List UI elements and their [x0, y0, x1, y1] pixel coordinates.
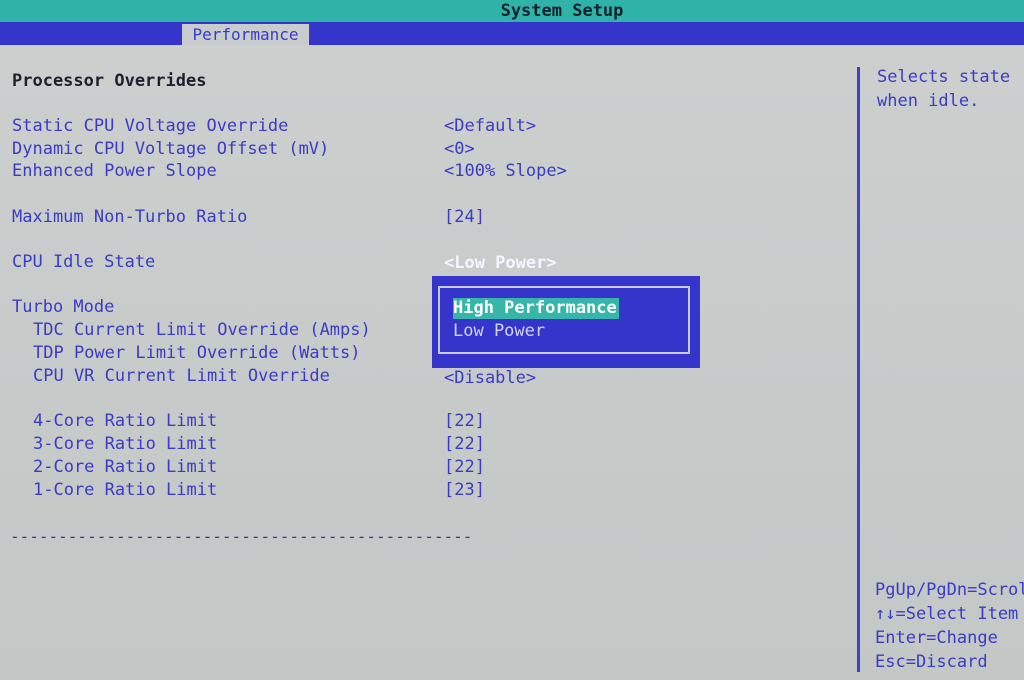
setting-label[interactable]: 1-Core Ratio Limit	[33, 479, 217, 501]
help-key-discard: Esc=Discard	[875, 652, 988, 672]
help-description: when idle.	[877, 91, 980, 111]
setting-value[interactable]: [22]	[444, 410, 485, 432]
setting-label[interactable]: CPU Idle State	[12, 251, 155, 273]
help-key-scroll: PgUp/PgDn=Scroll	[875, 580, 1024, 600]
window-title: System Setup	[500, 1, 624, 21]
dashed-separator: ----------------------------------------…	[10, 527, 473, 546]
setting-value[interactable]: <0>	[444, 138, 475, 160]
setting-value[interactable]: <Disable>	[444, 367, 536, 389]
setting-value[interactable]: <100% Slope>	[444, 160, 567, 182]
setting-label[interactable]: Turbo Mode	[12, 296, 114, 318]
setting-label[interactable]: 2-Core Ratio Limit	[33, 456, 217, 478]
setting-value[interactable]: [23]	[444, 479, 485, 501]
option-popup: High Performance Low Power	[432, 276, 700, 368]
setting-value[interactable]: [22]	[444, 433, 485, 455]
popup-option-selected[interactable]: High Performance	[453, 298, 619, 319]
tab-performance[interactable]: Performance	[182, 24, 309, 45]
section-heading: Processor Overrides	[12, 71, 207, 91]
setting-value[interactable]: [24]	[444, 206, 485, 228]
help-key-change: Enter=Change	[875, 628, 998, 648]
setting-label[interactable]: Static CPU Voltage Override	[12, 115, 288, 137]
setting-value[interactable]: <Default>	[444, 115, 536, 137]
setting-label[interactable]: Maximum Non-Turbo Ratio	[12, 206, 247, 228]
popup-option[interactable]: Low Power	[453, 321, 545, 342]
help-panel-divider	[857, 67, 860, 672]
title-bar: System Setup	[0, 0, 1024, 22]
help-key-select: ↑↓=Select Item	[875, 604, 1019, 624]
setting-label[interactable]: 3-Core Ratio Limit	[33, 433, 217, 455]
popup-frame	[438, 286, 690, 354]
bios-screen: System Setup Performance Processor Overr…	[0, 0, 1024, 680]
setting-label[interactable]: CPU VR Current Limit Override	[33, 365, 330, 387]
setting-label[interactable]: TDC Current Limit Override (Amps)	[33, 319, 371, 341]
setting-value-selected[interactable]: <Low Power>	[444, 252, 557, 274]
setting-label[interactable]: Enhanced Power Slope	[12, 160, 217, 182]
setting-value[interactable]: [22]	[444, 456, 485, 478]
tab-bar	[0, 22, 1024, 45]
setting-label[interactable]: 4-Core Ratio Limit	[33, 410, 217, 432]
help-description: Selects state	[877, 67, 1011, 87]
setting-label[interactable]: Dynamic CPU Voltage Offset (mV)	[12, 138, 329, 160]
setting-label[interactable]: TDP Power Limit Override (Watts)	[33, 342, 361, 364]
